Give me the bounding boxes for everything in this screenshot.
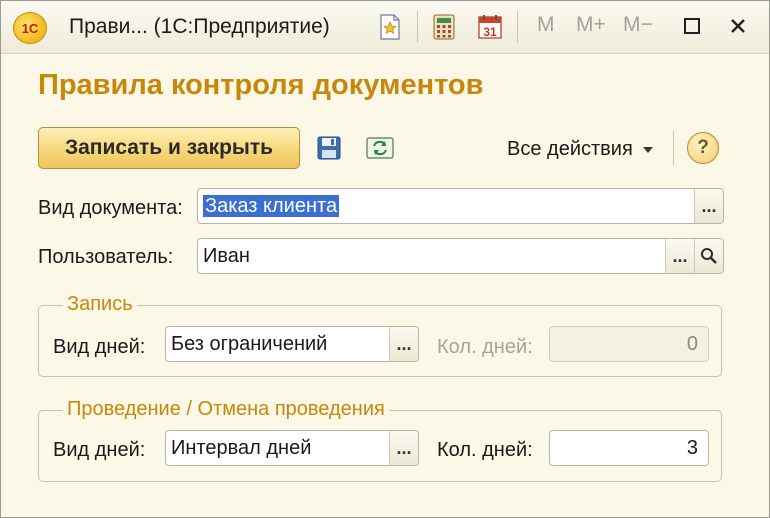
all-actions-menu[interactable]: Все действия <box>507 138 653 161</box>
record-days-type-select-button[interactable]: ... <box>389 327 418 361</box>
memory-plus-button[interactable]: M+ <box>576 13 606 37</box>
record-days-count-label: Кол. дней: <box>437 336 533 358</box>
user-value: Иван <box>203 244 250 267</box>
window-title: Прави... (1С:Предприятие) <box>69 15 330 38</box>
doc-type-label: Вид документа: <box>38 197 183 219</box>
all-actions-label: Все действия <box>507 138 633 160</box>
help-icon[interactable]: ? <box>687 132 719 164</box>
posting-days-type-field[interactable]: Интервал дней ... <box>165 430 419 466</box>
search-icon[interactable] <box>694 239 723 273</box>
calendar-icon[interactable]: 31 <box>475 12 505 42</box>
svg-text:31: 31 <box>483 25 497 39</box>
record-group-title: Запись <box>63 293 137 316</box>
refresh-icon[interactable] <box>365 133 395 163</box>
favorites-star-icon[interactable] <box>375 12 405 42</box>
form-title: Правила контроля документов <box>38 69 484 101</box>
posting-days-count-label: Кол. дней: <box>437 439 533 461</box>
user-select-button[interactable]: ... <box>665 239 694 273</box>
titlebar-separator <box>417 11 418 43</box>
record-days-count-value: 0 <box>686 332 698 355</box>
posting-days-count-field[interactable]: 3 <box>549 430 709 466</box>
titlebar-separator <box>517 11 518 43</box>
posting-days-type-select-button[interactable]: ... <box>389 431 418 465</box>
record-days-type-field[interactable]: Без ограничений ... <box>165 326 419 362</box>
save-and-close-button[interactable]: Записать и закрыть <box>38 127 300 169</box>
posting-days-count-value: 3 <box>686 436 698 459</box>
posting-days-type-label: Вид дней: <box>53 439 146 461</box>
calculator-icon[interactable] <box>429 12 459 42</box>
user-label: Пользователь: <box>38 246 174 268</box>
close-icon[interactable] <box>723 11 753 41</box>
app-logo-icon[interactable]: 1С <box>13 12 47 44</box>
chevron-down-icon <box>642 146 653 153</box>
user-field[interactable]: Иван ... <box>197 238 724 274</box>
doc-type-select-button[interactable]: ... <box>694 189 723 223</box>
doc-type-field[interactable]: Заказ клиента ... <box>197 188 724 224</box>
save-disk-icon[interactable] <box>314 133 344 163</box>
form-window: 1С Прави... (1С:Предприятие) 31 M M+ M− … <box>0 0 770 518</box>
memory-m-button[interactable]: M <box>537 13 555 37</box>
title-bar: 1С Прави... (1С:Предприятие) 31 M M+ M− <box>1 1 769 54</box>
posting-days-type-value: Интервал дней <box>171 436 312 459</box>
memory-minus-button[interactable]: M− <box>623 13 653 37</box>
doc-type-value: Заказ клиента <box>203 194 340 217</box>
record-days-type-value: Без ограничений <box>171 332 328 355</box>
posting-group-title: Проведение / Отмена проведения <box>63 398 389 421</box>
record-days-type-label: Вид дней: <box>53 336 146 358</box>
toolbar-separator <box>673 131 674 165</box>
record-days-count-field: 0 <box>549 326 709 362</box>
maximize-icon[interactable] <box>677 11 707 41</box>
